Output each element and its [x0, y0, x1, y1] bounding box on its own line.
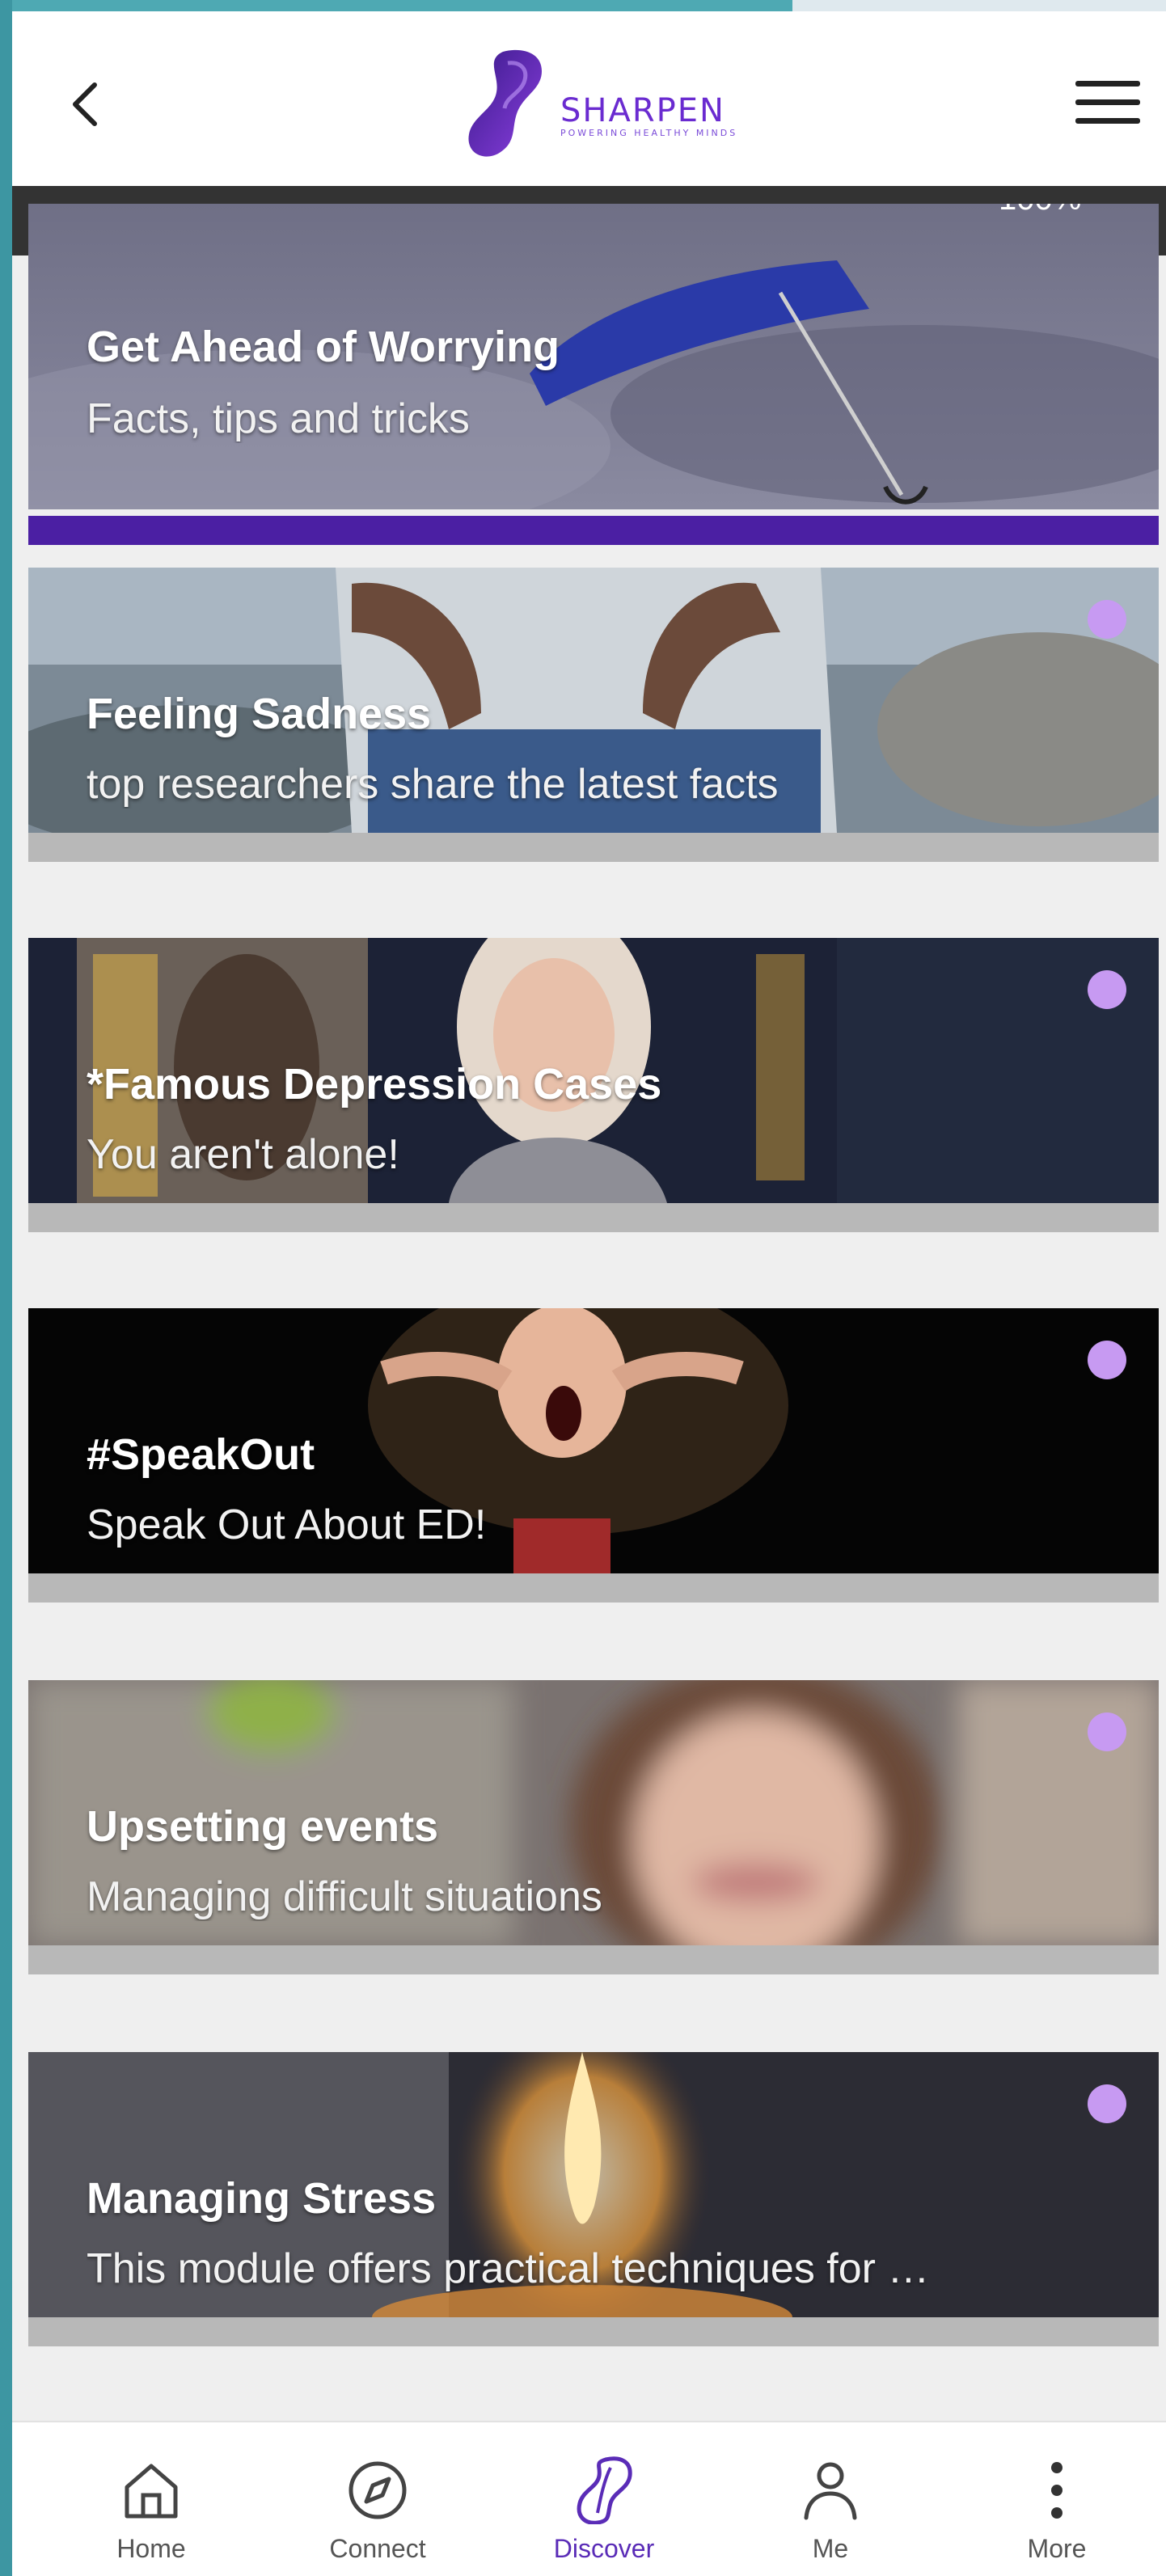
nav-label: Connect — [329, 2534, 426, 2563]
module-image-blurred-woman: Upsetting events Managing difficult situ… — [28, 1680, 1159, 1945]
module-title: *Famous Depression Cases — [87, 1060, 662, 1109]
module-progress-bar — [28, 1573, 1159, 1603]
module-title: Get Ahead of Worrying — [87, 323, 560, 371]
nav-item-me[interactable]: Me — [733, 2422, 927, 2576]
module-title: Feeling Sadness — [87, 690, 432, 738]
bottom-navigation: Home Connect Discover Me More — [12, 2421, 1166, 2576]
app-screen: SHARPEN POWERING HEALTHY MINDS Mental He… — [12, 11, 1166, 2576]
module-subtitle: top researchers share the latest facts — [87, 761, 779, 808]
new-content-dot — [1088, 600, 1126, 639]
module-subtitle: Managing difficult situations — [87, 1873, 602, 1920]
module-card-sadness[interactable]: Feeling Sadness top researchers share th… — [28, 568, 1159, 868]
chevron-left-icon — [73, 82, 97, 126]
home-icon — [119, 2458, 184, 2523]
logo-tagline: POWERING HEALTHY MINDS — [560, 128, 738, 138]
module-card-famous-depression[interactable]: *Famous Depression Cases You aren't alon… — [28, 938, 1159, 1239]
nav-label: Me — [812, 2534, 849, 2563]
window-frame-top-right — [792, 0, 1166, 11]
module-progress-percent: 100% — [999, 204, 1081, 217]
module-progress-fill — [28, 516, 1159, 545]
module-image-umbrella: Get Ahead of Worrying Facts, tips and tr… — [28, 204, 1159, 509]
hamburger-menu-icon — [1075, 81, 1140, 124]
module-title: Managing Stress — [87, 2174, 437, 2223]
menu-button[interactable] — [1071, 74, 1144, 131]
module-title: #SpeakOut — [87, 1430, 315, 1479]
module-progress-bar — [28, 833, 1159, 862]
logo-wordmark: SHARPEN — [560, 92, 725, 129]
new-content-dot — [1088, 970, 1126, 1009]
nav-item-home[interactable]: Home — [54, 2422, 248, 2576]
nav-item-more[interactable]: More — [960, 2422, 1154, 2576]
module-progress-bar — [28, 1945, 1159, 1974]
sharpen-logo-mark-icon — [468, 49, 542, 157]
module-image-candle: Managing Stress This module offers pract… — [28, 2052, 1159, 2317]
nav-item-discover[interactable]: Discover — [507, 2422, 701, 2576]
module-progress-bar — [28, 2317, 1159, 2346]
module-card-worrying[interactable]: Get Ahead of Worrying Facts, tips and tr… — [28, 204, 1159, 563]
module-image-sad-person: Feeling Sadness top researchers share th… — [28, 568, 1159, 833]
nav-label: Discover — [553, 2534, 655, 2563]
more-vertical-icon — [1024, 2458, 1089, 2523]
back-button[interactable] — [53, 68, 117, 141]
person-icon — [798, 2458, 863, 2523]
module-subtitle: Facts, tips and tricks — [87, 395, 470, 442]
window-frame-left — [0, 0, 12, 2576]
module-image-screaming-girl: #SpeakOut Speak Out About ED! — [28, 1308, 1159, 1573]
module-progress-bar — [28, 1203, 1159, 1232]
new-content-dot — [1088, 1712, 1126, 1751]
module-image-celebrity: *Famous Depression Cases You aren't alon… — [28, 938, 1159, 1203]
module-card-upsetting-events[interactable]: Upsetting events Managing difficult situ… — [28, 1680, 1159, 1981]
module-progress-bar — [28, 516, 1159, 545]
module-card-managing-stress[interactable]: Managing Stress This module offers pract… — [28, 2052, 1159, 2353]
module-card-speakout[interactable]: #SpeakOut Speak Out About ED! — [28, 1308, 1159, 1609]
module-subtitle: This module offers practical techniques … — [87, 2245, 930, 2292]
nav-item-connect[interactable]: Connect — [281, 2422, 475, 2576]
discover-icon — [572, 2456, 636, 2524]
window-frame-top — [0, 0, 792, 11]
module-subtitle: Speak Out About ED! — [87, 1501, 487, 1548]
sharpen-logo: SHARPEN POWERING HEALTHY MINDS — [461, 47, 736, 160]
new-content-dot — [1088, 2084, 1126, 2123]
compass-icon — [345, 2458, 410, 2523]
app-header: SHARPEN POWERING HEALTHY MINDS — [12, 11, 1166, 186]
nav-label: More — [1027, 2534, 1087, 2563]
module-title: Upsetting events — [87, 1802, 439, 1851]
module-subtitle: You aren't alone! — [87, 1131, 399, 1178]
nav-label: Home — [116, 2534, 186, 2563]
new-content-dot — [1088, 1341, 1126, 1379]
